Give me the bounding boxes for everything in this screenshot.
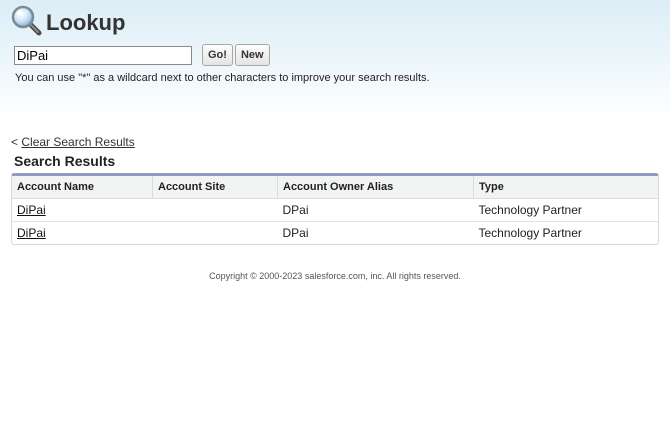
table-header-row: Account Name Account Site Account Owner … bbox=[12, 176, 658, 199]
account-site-cell bbox=[153, 222, 278, 245]
owner-alias-cell: DPai bbox=[277, 198, 474, 222]
column-header-account-site[interactable]: Account Site bbox=[152, 176, 278, 199]
page-title: Lookup bbox=[46, 10, 126, 35]
column-header-owner-alias[interactable]: Account Owner Alias bbox=[277, 176, 474, 199]
go-button[interactable]: Go! bbox=[202, 44, 233, 66]
search-bar: Go! New bbox=[14, 44, 270, 66]
results-table-container: Account Name Account Site Account Owner … bbox=[11, 173, 659, 245]
column-header-account-name[interactable]: Account Name bbox=[12, 176, 153, 199]
clear-results-row: < Clear Search Results bbox=[11, 135, 135, 149]
results-heading: Search Results bbox=[14, 153, 116, 169]
search-input[interactable] bbox=[14, 45, 192, 65]
page-header: Lookup bbox=[11, 5, 125, 41]
account-name-cell: DiPai bbox=[12, 222, 153, 245]
type-cell: Technology Partner bbox=[478, 226, 582, 240]
copyright-footer: Copyright © 2000-2023 salesforce.com, in… bbox=[209, 271, 461, 281]
back-chevron: < bbox=[11, 135, 19, 149]
wildcard-hint: You can use "*" as a wildcard next to ot… bbox=[15, 72, 430, 84]
owner-alias-cell: DPai bbox=[282, 226, 309, 240]
results-table: Account Name Account Site Account Owner … bbox=[12, 176, 658, 244]
type-cell: Technology Partner bbox=[473, 198, 658, 222]
magnifier-icon bbox=[11, 5, 42, 41]
account-name-link[interactable]: DiPai bbox=[17, 226, 46, 240]
table-row: DiPai DPai Technology Partner bbox=[12, 222, 658, 245]
account-name-link[interactable]: DiPai bbox=[17, 203, 46, 217]
new-button[interactable]: New bbox=[234, 44, 270, 66]
clear-search-results-link[interactable]: Clear Search Results bbox=[21, 135, 134, 149]
column-header-type[interactable]: Type bbox=[473, 176, 658, 199]
table-row: DiPai DPai Technology Partner bbox=[12, 198, 658, 222]
account-name-cell: DiPai bbox=[12, 198, 153, 222]
account-site-cell bbox=[152, 198, 278, 222]
